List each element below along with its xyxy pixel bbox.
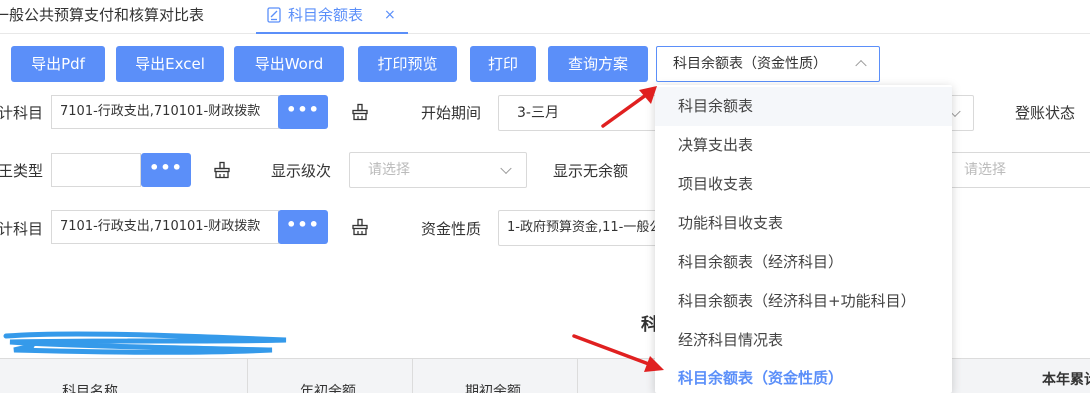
type-label: 王类型: [0, 162, 44, 180]
right-select[interactable]: 请选择: [945, 152, 1090, 188]
document-icon: [267, 7, 281, 23]
posting-status-label: 登账状态: [1015, 104, 1076, 122]
query-scheme-button[interactable]: 查询方案: [548, 46, 648, 82]
tab-label: 一般公共预算支付和核算对比表: [0, 6, 205, 24]
close-icon[interactable]: ×: [384, 0, 396, 30]
export-word-button[interactable]: 导出Word: [234, 46, 344, 82]
col-year-total-label: 本年累计: [1042, 372, 1090, 388]
type-input[interactable]: [51, 153, 141, 187]
type-more-button[interactable]: •••: [141, 153, 191, 187]
col-subject-name: 科目名称: [0, 359, 248, 393]
chevron-up-icon: [855, 59, 867, 72]
export-excel-button[interactable]: 导出Excel: [116, 46, 224, 82]
tab-account-balance[interactable]: 科目余额表 ×: [256, 0, 408, 34]
col-opening-period-label: 期初余额: [465, 384, 521, 393]
clear-icon[interactable]: [351, 218, 369, 236]
display-level-label: 显示级次: [271, 162, 332, 180]
subject-label: 计科目: [0, 104, 44, 122]
dropdown-item[interactable]: 决算支出表: [655, 126, 952, 165]
chevron-down-icon: [500, 162, 512, 175]
fund-nature-value: 1-政府预算资金,11-一般公: [507, 220, 657, 235]
col-opening-period: 期初余额: [413, 359, 578, 393]
dropdown-item-selected[interactable]: 科目余额表（资金性质）: [655, 359, 952, 393]
clear-icon[interactable]: [351, 103, 369, 121]
display-level-placeholder: 请选择: [368, 162, 410, 178]
fund-nature-select[interactable]: 1-政府预算资金,11-一般公: [498, 210, 658, 246]
print-button[interactable]: 打印: [470, 46, 536, 82]
subject-input-2[interactable]: 7101-行政支出,710101-财政拨款: [51, 210, 279, 244]
col-subject-name-label: 科目名称: [62, 384, 118, 393]
show-no-balance-label: 显示无余额: [553, 162, 629, 180]
clear-icon[interactable]: [213, 161, 231, 179]
tab-label: 科目余额表: [288, 6, 364, 24]
tab-bar: 一般公共预算支付和核算对比表 科目余额表 ×: [0, 0, 1090, 34]
display-level-select[interactable]: 请选择: [349, 152, 527, 188]
fund-nature-label: 资金性质: [421, 220, 482, 238]
print-preview-button[interactable]: 打印预览: [358, 46, 457, 82]
tab-payment-comparison[interactable]: 一般公共预算支付和核算对比表: [0, 0, 204, 34]
subject-label-2: 计科目: [0, 220, 44, 238]
annotation-arrow-icon: [572, 334, 664, 372]
subject-more-button-2[interactable]: •••: [278, 210, 328, 244]
dropdown-item[interactable]: 项目收支表: [655, 165, 952, 204]
dropdown-item[interactable]: 科目余额表（经济科目）: [655, 243, 952, 282]
col-opening-year-label: 年初余额: [300, 384, 356, 393]
scheme-dropdown: 科目余额表 决算支出表 项目收支表 功能科目收支表 科目余额表（经济科目） 科目…: [655, 85, 952, 393]
subject-more-button[interactable]: •••: [278, 95, 328, 129]
redaction-scribble: [3, 331, 287, 355]
dropdown-item[interactable]: 科目余额表: [655, 87, 952, 126]
right-select-placeholder: 请选择: [964, 162, 1006, 178]
start-period-label: 开始期间: [421, 104, 482, 122]
dropdown-item[interactable]: 经济科目情况表: [655, 321, 952, 360]
scheme-select-value: 科目余额表（资金性质）: [673, 56, 827, 72]
col-opening-year: 年初余额: [248, 359, 413, 393]
subject-input[interactable]: 7101-行政支出,710101-财政拨款: [51, 95, 279, 129]
export-pdf-button[interactable]: 导出Pdf: [11, 46, 105, 82]
scheme-select[interactable]: 科目余额表（资金性质）: [656, 46, 880, 82]
dropdown-item[interactable]: 功能科目收支表: [655, 204, 952, 243]
dropdown-item[interactable]: 科目余额表（经济科目+功能科目）: [655, 282, 952, 321]
annotation-arrow-icon: [601, 86, 657, 128]
start-period-value: 3-三月: [517, 105, 559, 121]
